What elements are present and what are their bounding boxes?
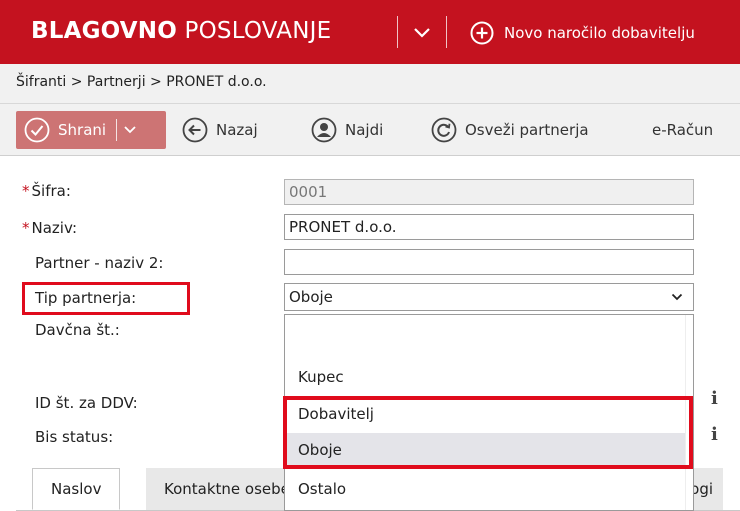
- app-title-bold: BLAGOVNO: [31, 18, 178, 44]
- name2-label: Partner - naziv 2:: [35, 254, 164, 272]
- bis-status-label: Bis status:: [35, 428, 114, 446]
- name-label: * Naziv:: [22, 219, 77, 237]
- name2-field[interactable]: [284, 249, 694, 275]
- arrow-left-circle-icon: [182, 117, 208, 143]
- partner-type-select[interactable]: Oboje: [284, 283, 694, 311]
- find-button[interactable]: Najdi: [311, 111, 383, 149]
- e-invoice-label: e-Račun: [652, 121, 714, 139]
- find-label: Najdi: [345, 121, 384, 139]
- dropdown-option-customer[interactable]: Kupec: [286, 360, 686, 396]
- name-label-text: Naziv:: [31, 219, 78, 237]
- vat-id-label: ID št. za DDV:: [35, 394, 138, 412]
- tax-number-label: Davčna št.:: [35, 321, 120, 339]
- code-field[interactable]: 0001: [284, 179, 694, 205]
- code-label-text: Šifra:: [31, 182, 71, 200]
- chevron-down-icon[interactable]: [123, 123, 137, 137]
- check-circle-icon: [24, 117, 50, 143]
- code-label: * Šifra:: [22, 182, 71, 200]
- dropdown-option-other[interactable]: Ostalo: [286, 472, 686, 508]
- required-marker: *: [22, 219, 30, 237]
- save-divider: [116, 119, 118, 141]
- tab-address[interactable]: Naslov: [32, 468, 121, 510]
- toolbar: Shrani Nazaj Najdi Osveži partnerja e-Ra…: [0, 104, 740, 156]
- dropdown-option-blank[interactable]: [286, 317, 686, 347]
- header-divider: [446, 16, 447, 48]
- back-button[interactable]: Nazaj: [182, 111, 258, 149]
- chevron-down-icon[interactable]: [410, 18, 434, 46]
- partner-type-value: Oboje: [289, 288, 333, 306]
- chevron-down-icon: [671, 293, 683, 301]
- refresh-circle-icon: [431, 117, 457, 143]
- plus-circle-icon: [470, 21, 494, 45]
- breadcrumb[interactable]: Šifranti > Partnerji > PRONET d.o.o.: [16, 74, 267, 90]
- app-header: BLAGOVNO POSLOVANJE Novo naročilo dobavi…: [0, 0, 740, 64]
- app-title[interactable]: BLAGOVNO POSLOVANJE: [31, 18, 331, 44]
- info-icon[interactable]: i: [711, 388, 718, 409]
- e-invoice-button[interactable]: e-Račun: [652, 111, 713, 149]
- new-supplier-order-button[interactable]: Novo naročilo dobavitelju: [470, 20, 695, 46]
- header-divider: [397, 16, 398, 48]
- user-circle-icon: [311, 117, 337, 143]
- refresh-label: Osveži partnerja: [465, 121, 589, 139]
- options-highlight: [283, 396, 693, 469]
- name-field[interactable]: PRONET d.o.o.: [284, 214, 694, 240]
- info-icon[interactable]: i: [711, 424, 718, 445]
- new-order-label: Novo naročilo dobavitelju: [504, 24, 695, 42]
- save-button[interactable]: Shrani: [16, 111, 166, 149]
- required-marker: *: [22, 182, 30, 200]
- breadcrumb-bar: Šifranti > Partnerji > PRONET d.o.o.: [0, 64, 740, 104]
- back-label: Nazaj: [216, 121, 258, 139]
- app-title-light: POSLOVANJE: [177, 18, 332, 44]
- save-label: Shrani: [58, 121, 107, 139]
- refresh-partner-button[interactable]: Osveži partnerja: [431, 111, 589, 149]
- partner-type-label-highlight: [22, 282, 190, 315]
